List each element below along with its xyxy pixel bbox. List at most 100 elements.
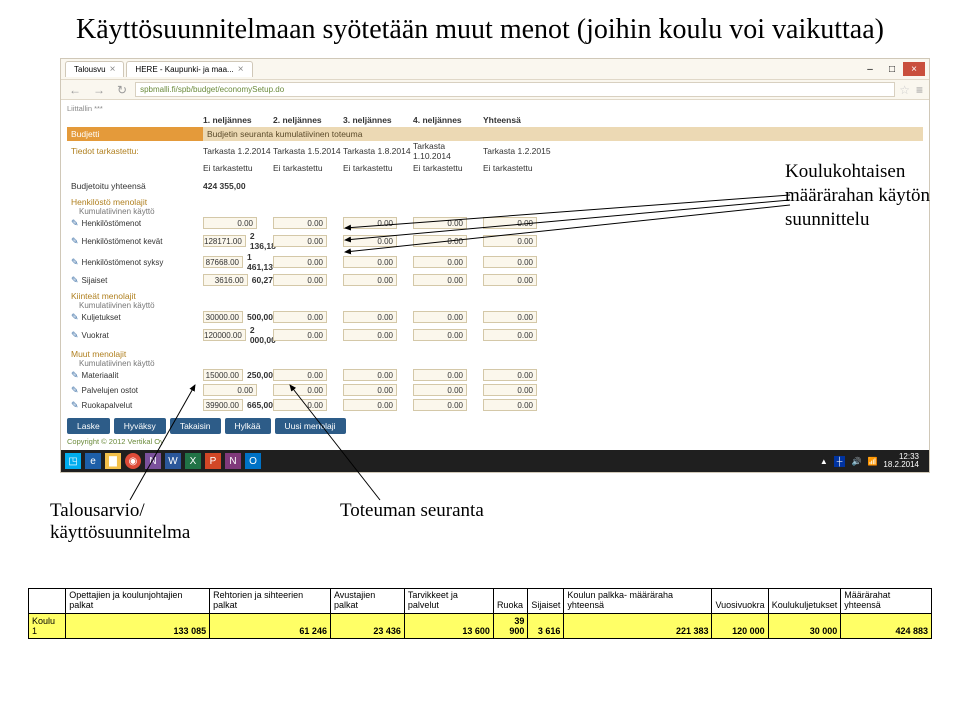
minimize-button[interactable]: –	[859, 62, 881, 76]
amount-input[interactable]: 0.00	[413, 329, 467, 341]
onenote-icon[interactable]: N	[225, 453, 241, 469]
amount-input[interactable]: 0.00	[343, 256, 397, 268]
word-icon[interactable]: W	[165, 453, 181, 469]
section-bar: Budjetti Budjetin seuranta kumulatiivine…	[67, 127, 923, 141]
amount-input[interactable]: 3616.00	[203, 274, 248, 286]
browser-tab-1[interactable]: Talousvu ×	[65, 61, 124, 77]
edit-icon[interactable]: ✎	[71, 330, 79, 341]
amount-input[interactable]: 0.00	[343, 217, 397, 229]
wifi-icon[interactable]: 📶	[867, 457, 877, 466]
close-icon[interactable]: ×	[238, 64, 244, 75]
row-label: Sijaiset	[82, 276, 108, 285]
amount-input[interactable]: 0.00	[483, 274, 537, 286]
amount-input[interactable]: 0.00	[483, 256, 537, 268]
edit-icon[interactable]: ✎	[71, 385, 79, 396]
amount-input[interactable]: 0.00	[343, 369, 397, 381]
star-icon[interactable]: ☆	[899, 83, 910, 97]
edit-icon[interactable]: ✎	[71, 275, 79, 286]
browser-tab-2[interactable]: HERE - Kaupunki- ja maa... ×	[126, 61, 252, 77]
amount-input[interactable]: 0.00	[483, 369, 537, 381]
ppt-icon[interactable]: P	[205, 453, 221, 469]
close-icon[interactable]: ×	[110, 64, 116, 75]
amount-input[interactable]: 0.00	[483, 329, 537, 341]
row-label: Henkilöstömenot	[82, 219, 142, 228]
hyvaksy-button[interactable]: Hyväksy	[114, 418, 166, 434]
amount-input[interactable]: 0.00	[343, 274, 397, 286]
h6: Sijaiset	[528, 589, 564, 614]
amount-input[interactable]: 0.00	[413, 217, 467, 229]
amount-input[interactable]: 0.00	[413, 384, 467, 396]
amount-input[interactable]: 0.00	[203, 217, 257, 229]
chrome-icon[interactable]: ◉	[125, 453, 141, 469]
excel-icon[interactable]: X	[185, 453, 201, 469]
amount-input[interactable]: 0.00	[273, 384, 327, 396]
url-input[interactable]: spbmalli.fi/spb/budget/economySetup.do	[135, 82, 895, 97]
value-cell: 120000.002 000,00	[203, 325, 273, 345]
amount-input[interactable]: 0.00	[273, 256, 327, 268]
edit-icon[interactable]: ✎	[71, 257, 79, 268]
amount-input[interactable]: 0.00	[273, 369, 327, 381]
uusi-menolaji-button[interactable]: Uusi menolaji	[275, 418, 346, 434]
amount-input[interactable]: 0.00	[343, 329, 397, 341]
amount-input[interactable]: 0.00	[483, 399, 537, 411]
hylkaa-button[interactable]: Hylkää	[225, 418, 271, 434]
value-cell: 0.00	[483, 369, 553, 381]
amount-input[interactable]: 120000.00	[203, 329, 246, 341]
bar-budget-label: Budjetti	[67, 127, 203, 141]
amount-input[interactable]: 0.00	[273, 311, 327, 323]
amount-input[interactable]: 0.00	[273, 399, 327, 411]
amount-input[interactable]: 0.00	[483, 384, 537, 396]
amount-input[interactable]: 39900.00	[203, 399, 243, 411]
network-flag-icon[interactable]: ┼	[834, 456, 846, 467]
amount-input[interactable]: 0.00	[413, 235, 467, 247]
amount-input[interactable]: 0.00	[413, 256, 467, 268]
annotation-right: Koulukohtaisen määrärahan käytön suunnit…	[785, 160, 950, 231]
edit-icon[interactable]: ✎	[71, 236, 79, 247]
clock[interactable]: 12:33 18.2.2014	[883, 453, 919, 469]
amount-input[interactable]: 0.00	[343, 399, 397, 411]
amount-input[interactable]: 0.00	[483, 311, 537, 323]
ie-icon[interactable]: e	[85, 453, 101, 469]
amount-input[interactable]: 30000.00	[203, 311, 243, 323]
amount-input[interactable]: 0.00	[413, 274, 467, 286]
edit-icon[interactable]: ✎	[71, 312, 79, 323]
v4: 13 600	[404, 613, 493, 638]
amount-input[interactable]: 0.00	[343, 311, 397, 323]
laske-button[interactable]: Laske	[67, 418, 110, 434]
close-button[interactable]: ×	[903, 62, 925, 76]
amount-input[interactable]: 15000.00	[203, 369, 243, 381]
quarter-header: 1. neljännes 2. neljännes 3. neljännes 4…	[203, 115, 923, 125]
explorer-icon[interactable]: ▇	[105, 453, 121, 469]
start-button[interactable]: ◳	[65, 453, 81, 469]
amount-input[interactable]: 0.00	[343, 384, 397, 396]
edit-icon[interactable]: ✎	[71, 218, 79, 229]
amount-input[interactable]: 0.00	[413, 369, 467, 381]
amount-input[interactable]: 0.00	[273, 274, 327, 286]
tray-icon[interactable]: ▲	[820, 457, 828, 466]
amount-input[interactable]: 0.00	[273, 235, 327, 247]
edit-icon[interactable]: ✎	[71, 400, 79, 411]
app-icon[interactable]: N	[145, 453, 161, 469]
back-icon[interactable]: ←	[65, 83, 85, 97]
value-cell: 87668.001 461,13	[203, 252, 273, 272]
v10: 424 883	[841, 613, 932, 638]
amount-input[interactable]: 0.00	[203, 384, 257, 396]
volume-icon[interactable]: 🔊	[851, 457, 861, 466]
row-label: Materiaalit	[82, 371, 119, 380]
amount-input[interactable]: 0.00	[343, 235, 397, 247]
amount-input[interactable]: 87668.00	[203, 256, 243, 268]
amount-input[interactable]: 0.00	[273, 217, 327, 229]
menu-icon[interactable]: ≡	[914, 83, 925, 97]
amount-input[interactable]: 128171.00	[203, 235, 246, 247]
amount-input[interactable]: 0.00	[273, 329, 327, 341]
maximize-button[interactable]: □	[881, 62, 903, 76]
forward-icon[interactable]: →	[89, 83, 109, 97]
reload-icon[interactable]: ↻	[113, 83, 131, 97]
takaisin-button[interactable]: Takaisin	[170, 418, 221, 434]
amount-input[interactable]: 0.00	[413, 399, 467, 411]
amount-input[interactable]: 0.00	[483, 217, 537, 229]
amount-input[interactable]: 0.00	[483, 235, 537, 247]
outlook-icon[interactable]: O	[245, 453, 261, 469]
edit-icon[interactable]: ✎	[71, 370, 79, 381]
amount-input[interactable]: 0.00	[413, 311, 467, 323]
